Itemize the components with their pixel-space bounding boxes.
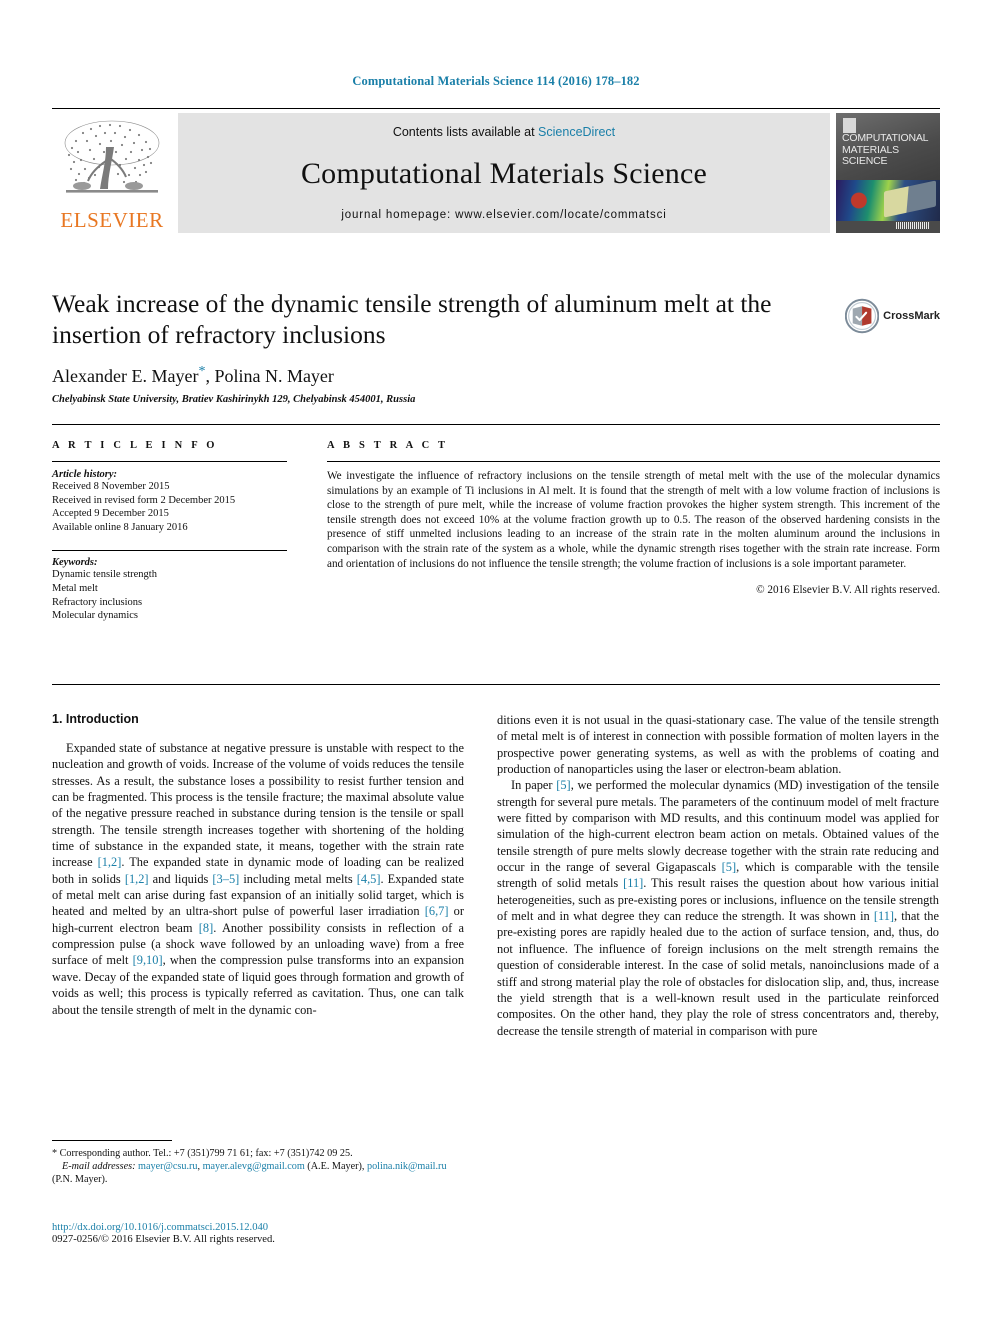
right-text-a: In paper — [511, 778, 557, 793]
keyword-item: Metal melt — [52, 582, 98, 594]
masthead-center: Contents lists available at ScienceDirec… — [178, 113, 830, 233]
intro-left-text: Expanded state of substance at negative … — [52, 740, 464, 1018]
email-note: E-mail addresses: mayer@csu.ru, mayer.al… — [52, 1160, 464, 1186]
elsevier-logo: ELSEVIER — [52, 113, 172, 233]
cover-title-line-3: SCIENCE — [842, 155, 888, 167]
cover-title-text: COMPUTATIONAL MATERIALS SCIENCE — [842, 132, 936, 168]
crossmark-label: CrossMark — [883, 310, 940, 322]
article-history-label: Article history: — [52, 469, 118, 480]
cover-barcode — [896, 222, 930, 229]
body-column-left: 1. Introduction Expanded state of substa… — [52, 712, 464, 1018]
journal-masthead: ELSEVIER Contents lists available at Sci… — [52, 108, 940, 233]
elsevier-wordmark: ELSEVIER — [60, 208, 164, 232]
elsevier-tree-icon — [64, 120, 160, 193]
footnote-rule — [52, 1140, 172, 1141]
email-owner-1: (A.E. Mayer), — [304, 1161, 367, 1173]
journal-cover-image: COMPUTATIONAL MATERIALS SCIENCE — [836, 113, 940, 233]
cover-title-line-1: COMPUTATIONAL — [842, 132, 929, 144]
abstract-copyright: © 2016 Elsevier B.V. All rights reserved… — [756, 584, 940, 597]
author-secondary: , Polina N. Mayer — [205, 366, 334, 386]
author-list: Alexander E. Mayer*, Polina N. Mayer — [52, 364, 842, 387]
citation-ref[interactable]: [1,2] — [98, 855, 122, 869]
page-title: Weak increase of the dynamic tensile str… — [52, 289, 772, 349]
intro-paragraph-2: In paper [5], we performed the molecular… — [497, 777, 939, 1039]
article-info-heading: A R T I C L E I N F O — [52, 440, 218, 451]
intro-text-c: and liquids — [148, 871, 213, 886]
running-head: Computational Materials Science 114 (201… — [352, 74, 640, 88]
journal-title: Computational Materials Science — [300, 157, 708, 190]
corresponding-author-text: Corresponding author. Tel.: +7 (351)799 … — [57, 1148, 353, 1159]
cover-elsevier-mark — [843, 118, 856, 133]
email-link-1[interactable]: mayer@csu.ru — [138, 1161, 197, 1172]
keywords-label: Keywords: — [52, 557, 98, 569]
doi-block: http://dx.doi.org/10.1016/j.commatsci.20… — [52, 1222, 482, 1245]
info-divider — [52, 424, 940, 425]
doi-link[interactable]: http://dx.doi.org/10.1016/j.commatsci.20… — [52, 1222, 482, 1233]
intro-text-a: Expanded state of substance at negative … — [52, 741, 464, 870]
history-revised: Received in revised form 2 December 2015 — [52, 494, 236, 506]
journal-homepage[interactable]: journal homepage: www.elsevier.com/locat… — [341, 209, 666, 221]
crossmark-icon — [845, 298, 880, 334]
abstract-rule — [327, 461, 940, 462]
citation-ref[interactable]: [4,5] — [357, 872, 381, 886]
history-online: Available online 8 January 2016 — [52, 521, 188, 533]
citation-ref[interactable]: [8] — [199, 921, 213, 935]
affiliation: Chelyabinsk State University, Bratiev Ka… — [52, 394, 416, 405]
citation-ref[interactable]: [11] — [623, 876, 643, 890]
keywords-block: Keywords: Dynamic tensile strength Metal… — [52, 550, 287, 622]
keyword-item: Refractory inclusions — [52, 596, 143, 608]
right-text-e: , that the pre-existing pores are rapidl… — [497, 909, 940, 1038]
abstract-column: A B S T R A C T We investigate the influ… — [327, 440, 940, 596]
intro-text-d: including metal melts — [239, 871, 357, 886]
abstract-paragraph: We investigate the influence of refracto… — [327, 470, 940, 570]
corresponding-author-note: * Corresponding author. Tel.: +7 (351)79… — [52, 1147, 464, 1160]
citation-ref[interactable]: [3–5] — [212, 872, 239, 886]
article-info-column: A R T I C L E I N F O Article history: R… — [52, 440, 287, 623]
abstract-body: We investigate the influence of refracto… — [327, 469, 940, 571]
citation-ref[interactable]: [1,2] — [125, 872, 149, 886]
body-divider — [52, 684, 940, 685]
email-owner-2: (P.N. Mayer). — [52, 1174, 108, 1186]
citation-ref[interactable]: [11] — [874, 909, 894, 923]
intro-paragraph-continued: ditions even it is not usual in the quas… — [497, 713, 939, 777]
author-primary: Alexander E. Mayer — [52, 366, 199, 386]
email-link-2[interactable]: mayer.alevg@gmail.com — [203, 1161, 305, 1172]
intro-right-text: ditions even it is not usual in the quas… — [497, 712, 939, 1039]
keywords-rule — [52, 550, 287, 552]
contents-available-line: Contents lists available at ScienceDirec… — [393, 125, 615, 139]
footnote-area: * Corresponding author. Tel.: +7 (351)79… — [52, 1140, 464, 1187]
issn-copyright: 0927-0256/© 2016 Elsevier B.V. All right… — [52, 1234, 275, 1245]
history-accepted: Accepted 9 December 2015 — [52, 508, 169, 520]
abstract-heading: A B S T R A C T — [327, 440, 449, 451]
citation-ref[interactable]: [6,7] — [425, 904, 449, 918]
citation-ref[interactable]: [9,10] — [133, 953, 163, 967]
citation-ref[interactable]: [5] — [556, 778, 570, 792]
title-block: Weak increase of the dynamic tensile str… — [52, 288, 842, 405]
sciencedirect-link[interactable]: ScienceDirect — [538, 125, 615, 139]
keyword-item: Molecular dynamics — [52, 610, 139, 622]
email-link-3[interactable]: polina.nik@mail.ru — [367, 1161, 447, 1172]
contents-prefix: Contents lists available at — [392, 125, 539, 139]
intro-paragraph-1: Expanded state of substance at negative … — [52, 740, 464, 1018]
citation-ref[interactable]: [5] — [722, 860, 736, 874]
section-heading-introduction: 1. Introduction — [52, 712, 139, 726]
body-column-right: ditions even it is not usual in the quas… — [497, 712, 939, 1039]
cover-artwork — [836, 180, 940, 221]
paper-page: Computational Materials Science 114 (201… — [0, 0, 992, 1323]
history-received: Received 8 November 2015 — [52, 481, 170, 492]
article-info-rule — [52, 461, 287, 462]
keyword-item: Dynamic tensile strength — [52, 569, 157, 581]
email-addresses-label: E-mail addresses: — [62, 1161, 136, 1173]
crossmark-badge[interactable]: CrossMark — [845, 292, 940, 340]
